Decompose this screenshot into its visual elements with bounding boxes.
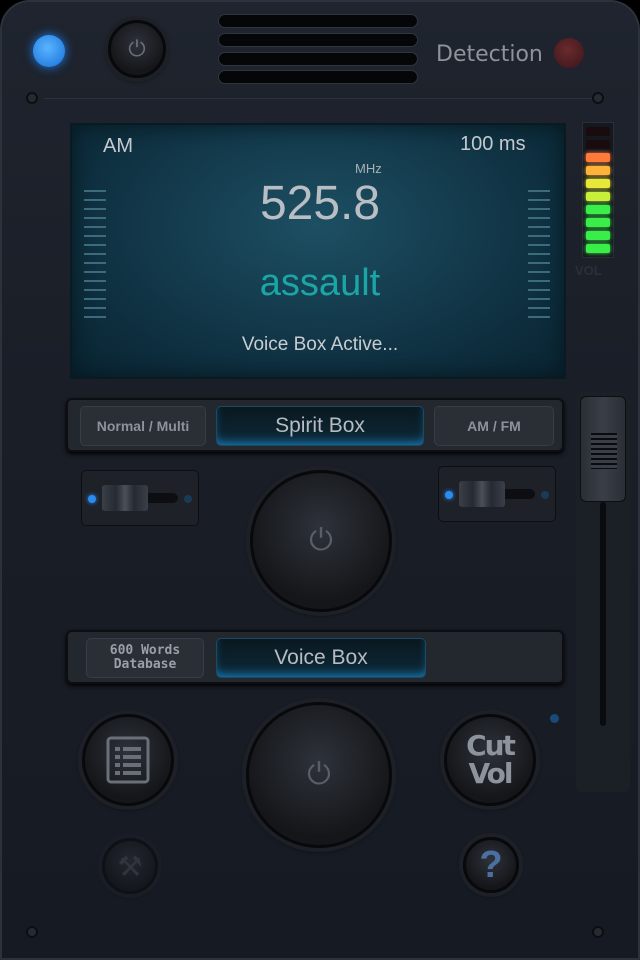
normal-multi-button[interactable]: Normal / Multi xyxy=(80,406,206,446)
vu-segment xyxy=(586,192,610,201)
speaker-grille xyxy=(218,70,418,84)
vu-segment xyxy=(586,140,610,149)
grip-icon xyxy=(591,433,617,469)
mode-bar: Normal / Multi Spirit Box AM / FM xyxy=(66,398,564,452)
am-fm-button[interactable]: AM / FM xyxy=(434,406,554,446)
spirit-box-power-knob[interactable]: ⏻ xyxy=(250,470,392,612)
vu-label: VOL xyxy=(575,263,602,278)
toggle-led-off xyxy=(184,495,192,503)
speaker-grille xyxy=(218,33,418,47)
sweep-rate: 100 ms xyxy=(460,133,526,155)
vu-segment xyxy=(586,205,610,214)
screw xyxy=(592,92,604,104)
vu-segment xyxy=(586,218,610,227)
cut-vol-button[interactable]: Cut Vol xyxy=(444,714,536,806)
screw xyxy=(26,926,38,938)
vu-segment xyxy=(586,153,610,162)
power-led xyxy=(33,35,65,67)
words-database-label: 600 Words Database xyxy=(109,643,181,672)
help-button[interactable]: ? xyxy=(463,837,519,893)
vol-label: Vol xyxy=(468,757,514,790)
status-text: Voice Box Active... xyxy=(241,334,399,355)
screw xyxy=(26,92,38,104)
speaker-grille xyxy=(218,14,418,28)
toggle-thumb[interactable] xyxy=(102,485,148,511)
vu-segment xyxy=(586,166,610,175)
volume-track xyxy=(600,502,606,726)
power-icon: ⏻ xyxy=(128,36,146,61)
frequency-unit: MHz xyxy=(355,161,382,176)
cut-vol-led xyxy=(550,714,559,723)
left-toggle-switch[interactable] xyxy=(81,470,199,526)
voice-box-button[interactable]: Voice Box xyxy=(216,638,426,678)
vu-segment xyxy=(586,179,610,188)
cut-label: Cut xyxy=(466,729,516,762)
band-label: AM xyxy=(103,135,133,157)
detection-label: Detection xyxy=(436,42,543,67)
power-icon: ⏻ xyxy=(307,758,331,791)
words-database-button[interactable]: 600 Words Database xyxy=(86,638,204,678)
right-toggle-switch[interactable] xyxy=(438,466,556,522)
volume-thumb[interactable] xyxy=(580,396,626,502)
spirit-box-button[interactable]: Spirit Box xyxy=(216,406,424,446)
toggle-led-on xyxy=(445,491,453,499)
power-icon: ⏻ xyxy=(309,524,333,557)
detection-led xyxy=(554,38,584,68)
vu-segment xyxy=(586,244,610,253)
tools-icon: ⚒ xyxy=(117,850,143,882)
speaker-grille xyxy=(218,52,418,66)
toggle-thumb[interactable] xyxy=(459,481,505,507)
word-list-button[interactable] xyxy=(82,714,174,806)
help-icon: ? xyxy=(479,843,503,886)
vu-segment xyxy=(586,231,610,240)
left-scale xyxy=(84,190,106,320)
toggle-led-on xyxy=(88,495,96,503)
screw xyxy=(592,926,604,938)
voice-box-power-knob[interactable]: ⏻ xyxy=(246,702,392,848)
toggle-led-off xyxy=(541,491,549,499)
right-scale xyxy=(528,190,550,320)
settings-button[interactable]: ⚒ xyxy=(102,838,158,894)
list-icon xyxy=(106,736,150,784)
voice-bar: 600 Words Database Voice Box xyxy=(66,630,564,684)
main-power-button[interactable]: ⏻ xyxy=(108,20,166,78)
detected-word: assault xyxy=(259,262,381,304)
vu-segment xyxy=(586,127,610,136)
divider xyxy=(44,98,592,99)
volume-slider[interactable] xyxy=(576,392,630,792)
frequency-readout: 525.8 xyxy=(259,177,381,230)
